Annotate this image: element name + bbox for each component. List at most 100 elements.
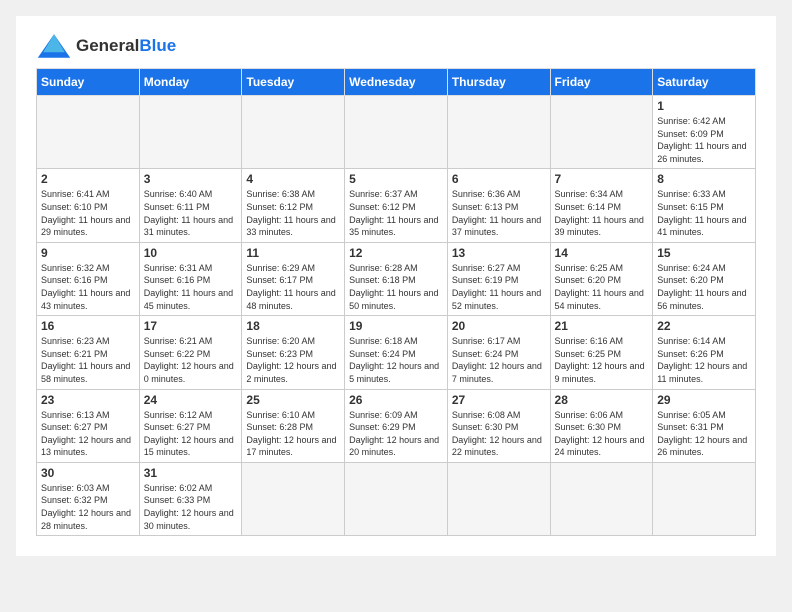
day-number: 22 <box>657 319 751 333</box>
calendar-cell: 14Sunrise: 6:25 AM Sunset: 6:20 PM Dayli… <box>550 242 653 315</box>
calendar-week-row: 2Sunrise: 6:41 AM Sunset: 6:10 PM Daylig… <box>37 169 756 242</box>
calendar-cell: 18Sunrise: 6:20 AM Sunset: 6:23 PM Dayli… <box>242 316 345 389</box>
day-info: Sunrise: 6:25 AM Sunset: 6:20 PM Dayligh… <box>555 262 649 312</box>
day-number: 29 <box>657 393 751 407</box>
calendar-cell: 19 Sunrise: 6:18 AM Sunset: 6:24 PM Dayli… <box>345 316 448 389</box>
day-number: 1 <box>657 99 751 113</box>
day-header-monday: Monday <box>139 69 242 96</box>
day-number: 18 <box>246 319 340 333</box>
day-header-tuesday: Tuesday <box>242 69 345 96</box>
day-number: 2 <box>41 172 135 186</box>
day-info: Sunrise: 6:03 AM Sunset: 6:32 PM Dayligh… <box>41 482 135 532</box>
day-number: 21 <box>555 319 649 333</box>
day-number: 15 <box>657 246 751 260</box>
calendar-cell <box>242 96 345 169</box>
calendar-cell: 28 Sunrise: 6:06 AM Sunset: 6:30 PM Dayli… <box>550 389 653 462</box>
calendar-week-row: 30 Sunrise: 6:03 AM Sunset: 6:32 PM Dayli… <box>37 462 756 535</box>
calendar-cell: 8Sunrise: 6:33 AM Sunset: 6:15 PM Daylig… <box>653 169 756 242</box>
day-info: Sunrise: 6:06 AM Sunset: 6:30 PM Dayligh… <box>555 409 649 459</box>
calendar-cell: 13Sunrise: 6:27 AM Sunset: 6:19 PM Dayli… <box>447 242 550 315</box>
calendar-cell: 26Sunrise: 6:09 AM Sunset: 6:29 PM Dayli… <box>345 389 448 462</box>
calendar-cell: 15Sunrise: 6:24 AM Sunset: 6:20 PM Dayli… <box>653 242 756 315</box>
calendar-cell <box>139 96 242 169</box>
day-info: Sunrise: 6:32 AM Sunset: 6:16 PM Dayligh… <box>41 262 135 312</box>
calendar-cell: 5 Sunrise: 6:37 AM Sunset: 6:12 PM Daylig… <box>345 169 448 242</box>
day-info: Sunrise: 6:12 AM Sunset: 6:27 PM Dayligh… <box>144 409 238 459</box>
day-header-saturday: Saturday <box>653 69 756 96</box>
calendar-cell: 17 Sunrise: 6:21 AM Sunset: 6:22 PM Dayli… <box>139 316 242 389</box>
day-number: 19 <box>349 319 443 333</box>
calendar-cell <box>447 462 550 535</box>
day-number: 31 <box>144 466 238 480</box>
calendar-cell: 27 Sunrise: 6:08 AM Sunset: 6:30 PM Dayli… <box>447 389 550 462</box>
day-info: Sunrise: 6:34 AM Sunset: 6:14 PM Dayligh… <box>555 188 649 238</box>
day-info: Sunrise: 6:38 AM Sunset: 6:12 PM Dayligh… <box>246 188 340 238</box>
day-info: Sunrise: 6:28 AM Sunset: 6:18 PM Dayligh… <box>349 262 443 312</box>
logo-icon <box>36 32 72 60</box>
day-info: Sunrise: 6:31 AM Sunset: 6:16 PM Dayligh… <box>144 262 238 312</box>
calendar-header-row: SundayMondayTuesdayWednesdayThursdayFrid… <box>37 69 756 96</box>
day-info: Sunrise: 6:08 AM Sunset: 6:30 PM Dayligh… <box>452 409 546 459</box>
day-number: 4 <box>246 172 340 186</box>
day-number: 3 <box>144 172 238 186</box>
calendar-cell: 7 Sunrise: 6:34 AM Sunset: 6:14 PM Daylig… <box>550 169 653 242</box>
calendar-cell: 23Sunrise: 6:13 AM Sunset: 6:27 PM Dayli… <box>37 389 140 462</box>
day-info: Sunrise: 6:37 AM Sunset: 6:12 PM Dayligh… <box>349 188 443 238</box>
calendar-cell <box>242 462 345 535</box>
calendar-cell: 1Sunrise: 6:42 AM Sunset: 6:09 PM Daylig… <box>653 96 756 169</box>
calendar-cell: 9Sunrise: 6:32 AM Sunset: 6:16 PM Daylig… <box>37 242 140 315</box>
day-number: 7 <box>555 172 649 186</box>
calendar-cell: 10 Sunrise: 6:31 AM Sunset: 6:16 PM Dayli… <box>139 242 242 315</box>
calendar-cell: 4 Sunrise: 6:38 AM Sunset: 6:12 PM Daylig… <box>242 169 345 242</box>
calendar-table: SundayMondayTuesdayWednesdayThursdayFrid… <box>36 68 756 536</box>
day-info: Sunrise: 6:05 AM Sunset: 6:31 PM Dayligh… <box>657 409 751 459</box>
day-number: 12 <box>349 246 443 260</box>
calendar-week-row: 23Sunrise: 6:13 AM Sunset: 6:27 PM Dayli… <box>37 389 756 462</box>
calendar-cell: 24 Sunrise: 6:12 AM Sunset: 6:27 PM Dayli… <box>139 389 242 462</box>
day-info: Sunrise: 6:21 AM Sunset: 6:22 PM Dayligh… <box>144 335 238 385</box>
day-info: Sunrise: 6:10 AM Sunset: 6:28 PM Dayligh… <box>246 409 340 459</box>
day-info: Sunrise: 6:36 AM Sunset: 6:13 PM Dayligh… <box>452 188 546 238</box>
day-number: 27 <box>452 393 546 407</box>
day-number: 28 <box>555 393 649 407</box>
day-number: 25 <box>246 393 340 407</box>
day-number: 11 <box>246 246 340 260</box>
calendar-week-row: 16Sunrise: 6:23 AM Sunset: 6:21 PM Dayli… <box>37 316 756 389</box>
calendar-cell: 11 Sunrise: 6:29 AM Sunset: 6:17 PM Dayli… <box>242 242 345 315</box>
day-info: Sunrise: 6:18 AM Sunset: 6:24 PM Dayligh… <box>349 335 443 385</box>
day-info: Sunrise: 6:17 AM Sunset: 6:24 PM Dayligh… <box>452 335 546 385</box>
calendar-cell: 2Sunrise: 6:41 AM Sunset: 6:10 PM Daylig… <box>37 169 140 242</box>
calendar-cell: 25 Sunrise: 6:10 AM Sunset: 6:28 PM Dayli… <box>242 389 345 462</box>
day-number: 17 <box>144 319 238 333</box>
calendar-cell: 21 Sunrise: 6:16 AM Sunset: 6:25 PM Dayli… <box>550 316 653 389</box>
day-number: 30 <box>41 466 135 480</box>
day-info: Sunrise: 6:29 AM Sunset: 6:17 PM Dayligh… <box>246 262 340 312</box>
calendar-cell: 12 Sunrise: 6:28 AM Sunset: 6:18 PM Dayli… <box>345 242 448 315</box>
day-number: 10 <box>144 246 238 260</box>
day-info: Sunrise: 6:09 AM Sunset: 6:29 PM Dayligh… <box>349 409 443 459</box>
day-info: Sunrise: 6:40 AM Sunset: 6:11 PM Dayligh… <box>144 188 238 238</box>
calendar-cell <box>550 462 653 535</box>
calendar-cell: 6Sunrise: 6:36 AM Sunset: 6:13 PM Daylig… <box>447 169 550 242</box>
calendar-cell <box>37 96 140 169</box>
day-header-wednesday: Wednesday <box>345 69 448 96</box>
calendar-cell <box>345 96 448 169</box>
calendar-cell <box>550 96 653 169</box>
logo-text: GeneralBlue <box>76 36 176 56</box>
day-info: Sunrise: 6:16 AM Sunset: 6:25 PM Dayligh… <box>555 335 649 385</box>
day-number: 16 <box>41 319 135 333</box>
calendar-cell <box>345 462 448 535</box>
calendar-cell: 31Sunrise: 6:02 AM Sunset: 6:33 PM Dayli… <box>139 462 242 535</box>
day-number: 24 <box>144 393 238 407</box>
day-number: 23 <box>41 393 135 407</box>
header: GeneralBlue <box>36 32 756 60</box>
day-number: 5 <box>349 172 443 186</box>
calendar-cell: 16Sunrise: 6:23 AM Sunset: 6:21 PM Dayli… <box>37 316 140 389</box>
calendar-cell: 20Sunrise: 6:17 AM Sunset: 6:24 PM Dayli… <box>447 316 550 389</box>
calendar-cell <box>653 462 756 535</box>
day-info: Sunrise: 6:27 AM Sunset: 6:19 PM Dayligh… <box>452 262 546 312</box>
calendar-week-row: 9Sunrise: 6:32 AM Sunset: 6:16 PM Daylig… <box>37 242 756 315</box>
calendar-cell: 3 Sunrise: 6:40 AM Sunset: 6:11 PM Daylig… <box>139 169 242 242</box>
calendar-cell: 30 Sunrise: 6:03 AM Sunset: 6:32 PM Dayli… <box>37 462 140 535</box>
day-header-friday: Friday <box>550 69 653 96</box>
